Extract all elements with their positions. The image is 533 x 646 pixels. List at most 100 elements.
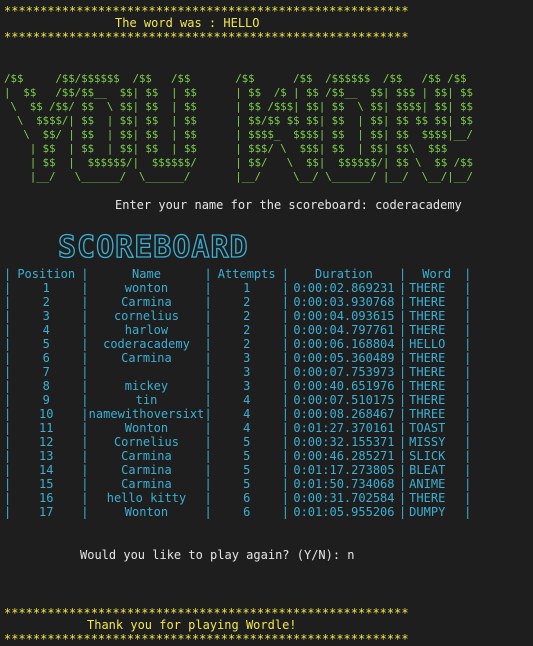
row-duration: 0:00:02.869231 [293,281,395,295]
table-row: | 14 | Carmina | 5 | 0:01:17.273805 | BLEAT | [4,463,471,477]
row-word: THERE [409,323,446,337]
row-position: 4 [42,323,50,337]
row-attempts: 2 [243,323,251,337]
row-name: namewithoversixt [88,407,205,421]
table-row: | 13 | Carmina | 5 | 0:00:46.285271 | SLICK | [4,449,471,463]
column-separator: | [81,407,89,421]
column-separator: | [281,505,289,519]
column-separator: | [204,421,212,435]
column-separator: | [464,407,472,421]
column-separator: | [281,407,289,421]
row-name: Cornelius [113,435,179,449]
column-separator: | [4,281,12,295]
row-duration: 0:00:31.702584 [293,491,395,505]
column-separator: | [81,309,89,323]
terminal-window: ****************************************… [0,0,533,646]
row-word: THERE [409,309,446,323]
row-word: TOAST [409,421,446,435]
row-duration: 0:01:17.273805 [293,463,395,477]
row-attempts: 1 [243,281,251,295]
row-duration: 0:00:07.753973 [293,365,395,379]
column-separator: | [281,491,289,505]
row-position: 8 [42,379,50,393]
row-word: HELLO [409,337,446,351]
row-position: 6 [42,351,50,365]
row-position: 13 [39,449,54,463]
row-name: mickey [124,379,169,393]
scoreboard-table: | Position | Name | Attempts | Duration … [4,267,471,519]
column-separator: | [204,477,212,491]
name-prompt: Enter your name for the scoreboard: code… [115,198,462,212]
row-word: THERE [409,379,446,393]
column-separator: | [464,309,472,323]
column-separator: | [464,393,472,407]
column-separator: | [281,379,289,393]
row-attempts: 4 [243,421,251,435]
row-attempts: 5 [243,435,251,449]
column-separator: | [4,477,12,491]
col-duration: Duration [315,267,373,281]
row-word: SLICK [409,449,446,463]
table-row: | 1 | wonton | 1 | 0:00:02.869231 | THERE | [4,281,471,295]
row-position: 11 [39,421,54,435]
row-name: Carmina [121,477,172,491]
row-attempts: 3 [243,379,251,393]
column-separator: | [398,421,407,435]
column-separator: | [204,295,212,309]
column-separator: | [464,365,472,379]
row-word: BLEAT [409,463,446,477]
column-separator: | [81,379,89,393]
column-separator: | [4,435,12,449]
row-duration: 0:00:07.510175 [293,393,395,407]
col-name: Name [132,267,161,281]
row-name: cornelius [113,309,179,323]
row-attempts: 2 [243,337,251,351]
column-separator: | [204,323,212,337]
column-separator: | [464,379,472,393]
table-row: | 11 | Wonton | 4 | 0:01:27.370161 | TOAST | [4,421,471,435]
row-duration: 0:00:32.155371 [293,435,395,449]
column-separator: | [398,365,407,379]
column-separator: | [81,449,89,463]
row-duration: 0:00:03.930768 [293,295,395,309]
column-separator: | [4,393,12,407]
column-separator: | [204,449,212,463]
row-word: THERE [409,393,446,407]
banner-line: |__/ \______/ \______/ |__/ \__/ \______… [4,170,473,183]
column-separator: | [398,323,407,337]
row-duration: 0:00:05.360489 [293,351,395,365]
column-separator: | [464,491,472,505]
table-row: | 3 | cornelius | 2 | 0:00:04.093615 | THERE | [4,309,471,323]
row-duration: 0:00:06.168804 [293,337,395,351]
row-attempts: 4 [243,393,251,407]
row-position: 7 [42,365,50,379]
column-separator: | [281,281,289,295]
row-duration: 0:00:46.285271 [293,449,395,463]
row-duration: 0:00:04.093615 [293,309,395,323]
column-separator: | [398,407,407,421]
column-separator: | [464,505,472,519]
row-attempts: 5 [243,449,251,463]
col-attempts: Attempts [217,267,276,281]
column-separator: | [81,337,89,351]
column-separator: | [464,337,472,351]
column-separator: | [398,449,407,463]
column-separator: | [281,351,289,365]
banner-line: \ $$ /$$/ $$ \ $$| $$ | $$ | $$ /$$$| $$… [4,100,473,113]
row-name: hello kitty [106,491,187,505]
table-row: | 9 | tin | 4 | 0:00:07.510175 | THERE | [4,393,471,407]
column-separator: | [281,463,289,477]
column-separator: | [81,393,89,407]
row-duration: 0:00:08.268467 [293,407,395,421]
column-separator: | [398,463,407,477]
scoreboard-logo: SCOREBOARD [57,229,249,265]
column-separator: | [204,351,212,365]
column-separator: | [204,435,212,449]
table-row: | 2 | Carmina | 2 | 0:00:03.930768 | THERE | [4,295,471,309]
stars-divider-top-2: ****************************************… [4,30,409,44]
row-word: THERE [409,295,446,309]
col-position: Position [17,267,76,281]
column-separator: | [81,295,89,309]
column-separator: | [281,477,289,491]
row-name: harlow [124,323,169,337]
